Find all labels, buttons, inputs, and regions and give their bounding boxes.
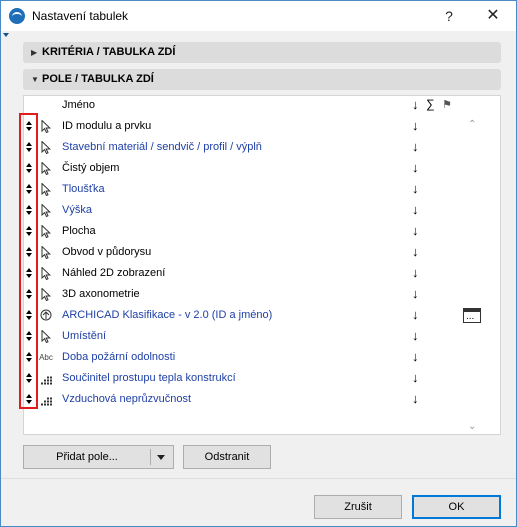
row-icon-text: Abc [39, 353, 53, 362]
field-name: 3D axonometrie [62, 288, 140, 300]
sort-arrow-icon[interactable]: ↓ [412, 160, 419, 175]
table-row[interactable]: Stavební materiál / sendvič / profil / v… [23, 137, 485, 158]
flag-column-header[interactable]: ⚑ [442, 98, 452, 111]
table-row[interactable]: Výška ↓ [23, 200, 485, 221]
split-divider [150, 449, 151, 465]
sort-arrow-icon[interactable]: ↓ [412, 349, 419, 364]
field-name: ARCHICAD Klasifikace - v 2.0 (ID a jméno… [62, 309, 273, 321]
cursor-icon [38, 119, 54, 134]
sort-arrow-icon[interactable]: ↓ [412, 328, 419, 343]
sort-arrow-icon[interactable]: ↓ [412, 391, 419, 406]
table-row[interactable]: Obvod v půdorysu ↓ [23, 242, 485, 263]
table-row[interactable]: Tloušťka ↓ [23, 179, 485, 200]
cursor-icon [38, 287, 54, 302]
reorder-handles-highlight [19, 113, 38, 409]
section-fields-label: POLE / TABULKA ZDÍ [42, 73, 154, 85]
table-row[interactable]: ARCHICAD Klasifikace - v 2.0 (ID a jméno… [23, 305, 485, 326]
field-name: Plocha [62, 225, 96, 237]
sort-arrow-icon[interactable]: ↓ [412, 223, 419, 238]
cursor-icon [38, 203, 54, 218]
sum-column-header[interactable]: ∑ [426, 97, 435, 111]
table-row[interactable]: Plocha ↓ [23, 221, 485, 242]
dropdown-arrow-icon[interactable] [157, 455, 165, 460]
settings-dialog: Nastavení tabulek ? ✕ ▶ KRITÉRIA / TABUL… [0, 0, 517, 527]
sort-column-header[interactable]: ↓ [412, 97, 419, 112]
cursor-icon [38, 182, 54, 197]
field-name: Čistý objem [62, 162, 120, 174]
text-property-icon: Abc [38, 350, 54, 365]
table-row[interactable]: Umístění ↓ [23, 326, 485, 347]
sort-arrow-icon[interactable]: ↓ [412, 118, 419, 133]
field-name: Stavební materiál / sendvič / profil / v… [62, 141, 262, 153]
table-row[interactable]: Součinitel prostupu tepla konstrukcí ↓ [23, 368, 485, 389]
cursor-icon [38, 224, 54, 239]
table-row[interactable]: ID modulu a prvku ↓ [23, 116, 485, 137]
section-fields[interactable]: ▼ POLE / TABULKA ZDÍ [23, 69, 501, 90]
sort-arrow-icon[interactable]: ↓ [412, 265, 419, 280]
field-name: Umístění [62, 330, 107, 342]
table-row[interactable]: Náhled 2D zobrazení ↓ [23, 263, 485, 284]
sort-arrow-icon[interactable]: ↓ [412, 370, 419, 385]
ok-button[interactable]: OK [412, 495, 501, 519]
pin-marker-icon [3, 33, 9, 37]
sort-arrow-icon[interactable]: ↓ [412, 202, 419, 217]
cursor-icon [38, 161, 54, 176]
cancel-button[interactable]: Zrušit [314, 495, 402, 519]
field-name: Doba požární odolnosti [62, 351, 176, 363]
sort-arrow-icon[interactable]: ↓ [412, 286, 419, 301]
section-criteria-label: KRITÉRIA / TABULKA ZDÍ [42, 46, 176, 58]
scroll-up-icon[interactable]: ⌃ [468, 119, 476, 130]
archicad-icon [9, 8, 25, 24]
field-name: ID modulu a prvku [62, 120, 152, 132]
field-name: Obvod v půdorysu [62, 246, 152, 258]
title-bar: Nastavení tabulek ? ✕ [1, 1, 516, 31]
remove-button[interactable]: Odstranit [183, 445, 271, 469]
scroll-down-icon[interactable]: ⌄ [468, 421, 476, 432]
cursor-icon [38, 266, 54, 281]
sort-arrow-icon[interactable]: ↓ [412, 181, 419, 196]
column-name-header[interactable]: Jméno [62, 99, 95, 111]
table-row[interactable]: 3D axonometrie ↓ [23, 284, 485, 305]
add-field-button[interactable]: Přidat pole... [23, 445, 174, 469]
chevron-right-icon: ▶ [31, 48, 38, 57]
field-name: Výška [62, 204, 92, 216]
field-name: Součinitel prostupu tepla konstrukcí [62, 372, 236, 384]
help-button[interactable]: ? [435, 6, 463, 26]
number-property-icon [38, 371, 54, 386]
options-button[interactable]: ... [463, 308, 481, 323]
cursor-icon [38, 329, 54, 344]
cursor-icon [38, 140, 54, 155]
sort-arrow-icon[interactable]: ↓ [412, 244, 419, 259]
classification-icon [38, 308, 54, 323]
section-criteria[interactable]: ▶ KRITÉRIA / TABULKA ZDÍ [23, 42, 501, 63]
field-name: Tloušťka [62, 183, 105, 195]
cursor-icon [38, 245, 54, 260]
sort-arrow-icon[interactable]: ↓ [412, 307, 419, 322]
table-header: Jméno ↓ ∑ ⚑ [23, 95, 485, 116]
footer-divider [1, 478, 516, 479]
table-row[interactable]: Čistý objem ↓ [23, 158, 485, 179]
table-row[interactable]: Vzduchová neprůzvučnost ↓ [23, 389, 485, 410]
table-row[interactable]: Abc Doba požární odolnosti ↓ [23, 347, 485, 368]
chevron-down-icon: ▼ [31, 75, 39, 84]
options-dots: ... [466, 311, 475, 322]
number-property-icon [38, 392, 54, 407]
add-field-label: Přidat pole... [56, 451, 118, 463]
dialog-title: Nastavení tabulek [32, 9, 129, 23]
field-name: Vzduchová neprůzvučnost [62, 393, 192, 405]
close-button[interactable]: ✕ [479, 6, 507, 26]
field-name: Náhled 2D zobrazení [62, 267, 166, 279]
sort-arrow-icon[interactable]: ↓ [412, 139, 419, 154]
